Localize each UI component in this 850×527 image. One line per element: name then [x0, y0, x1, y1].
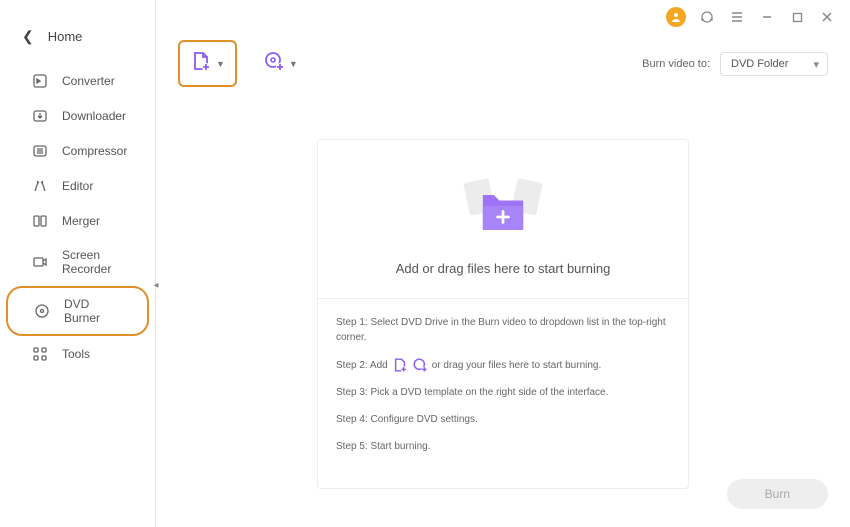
burn-to-label: Burn video to: — [642, 58, 710, 70]
burn-button[interactable]: Burn — [727, 479, 828, 509]
sidebar-item-label: Editor — [62, 179, 93, 193]
sidebar-item-screen-recorder[interactable]: Screen Recorder — [6, 239, 149, 285]
toolbar: ▼ ▼ Burn video to: DVD Folder — [156, 28, 850, 99]
editor-icon — [32, 178, 48, 194]
sidebar-item-compressor[interactable]: Compressor — [6, 134, 149, 168]
downloader-icon — [32, 108, 48, 124]
screen-recorder-icon — [32, 254, 48, 270]
burn-to-value: DVD Folder — [731, 58, 788, 70]
step-2: Step 2: Add or drag your files here to s… — [336, 357, 670, 373]
sidebar-header: ❮ Home — [0, 28, 155, 63]
sidebar-item-label: Downloader — [62, 109, 126, 123]
step-1: Step 1: Select DVD Drive in the Burn vid… — [336, 315, 670, 345]
footer: Burn — [727, 479, 828, 509]
sidebar-item-converter[interactable]: Converter — [6, 64, 149, 98]
close-icon[interactable] — [818, 8, 836, 26]
sidebar-item-editor[interactable]: Editor — [6, 169, 149, 203]
drop-zone[interactable]: Add or drag files here to start burning — [318, 140, 688, 299]
sidebar-item-downloader[interactable]: Downloader — [6, 99, 149, 133]
burn-to-control: Burn video to: DVD Folder — [642, 52, 828, 76]
folder-plus-icon — [448, 168, 558, 243]
sidebar-item-label: Compressor — [62, 144, 127, 158]
add-file-icon — [190, 50, 212, 77]
step-5: Step 5: Start burning. — [336, 439, 670, 454]
sidebar-item-label: Tools — [62, 347, 90, 361]
account-icon[interactable] — [666, 7, 686, 27]
sidebar-item-dvd-burner[interactable]: DVD Burner — [6, 286, 149, 336]
sidebar-item-label: Converter — [62, 74, 115, 88]
menu-icon[interactable] — [728, 8, 746, 26]
sidebar-collapse-handle[interactable]: ◂ — [150, 278, 162, 292]
add-disc-icon — [263, 50, 285, 77]
back-icon[interactable]: ❮ — [22, 28, 34, 45]
sidebar-item-tools[interactable]: Tools — [6, 337, 149, 371]
step-3: Step 3: Pick a DVD template on the right… — [336, 385, 670, 400]
sidebar: ❮ Home Converter Downloader Compressor E… — [0, 0, 156, 527]
support-icon[interactable] — [698, 8, 716, 26]
chevron-down-icon: ▼ — [289, 59, 298, 69]
converter-icon — [32, 73, 48, 89]
titlebar — [156, 0, 850, 28]
main-area: ◂ ▼ ▼ Burn video to: DVD Folder — [156, 0, 850, 527]
step-2-prefix: Step 2: Add — [336, 358, 388, 373]
step-2-suffix: or drag your files here to start burning… — [432, 358, 602, 373]
sidebar-item-merger[interactable]: Merger — [6, 204, 149, 238]
add-file-button[interactable]: ▼ — [178, 40, 237, 87]
sidebar-item-label: DVD Burner — [64, 297, 127, 325]
sidebar-item-label: Screen Recorder — [62, 248, 129, 276]
merger-icon — [32, 213, 48, 229]
compressor-icon — [32, 143, 48, 159]
minimize-icon[interactable] — [758, 8, 776, 26]
burn-to-select[interactable]: DVD Folder — [720, 52, 828, 76]
add-disc-button[interactable]: ▼ — [253, 42, 308, 85]
tools-icon — [32, 346, 48, 362]
step-4: Step 4: Configure DVD settings. — [336, 412, 670, 427]
add-disc-icon — [412, 357, 428, 373]
content-card: Add or drag files here to start burning … — [317, 139, 689, 489]
steps-list: Step 1: Select DVD Drive in the Burn vid… — [318, 299, 688, 488]
dvd-burner-icon — [34, 303, 50, 319]
drop-text: Add or drag files here to start burning — [328, 261, 678, 276]
home-label[interactable]: Home — [48, 29, 83, 44]
sidebar-item-label: Merger — [62, 214, 100, 228]
chevron-down-icon: ▼ — [216, 59, 225, 69]
add-file-icon — [392, 357, 408, 373]
maximize-icon[interactable] — [788, 8, 806, 26]
